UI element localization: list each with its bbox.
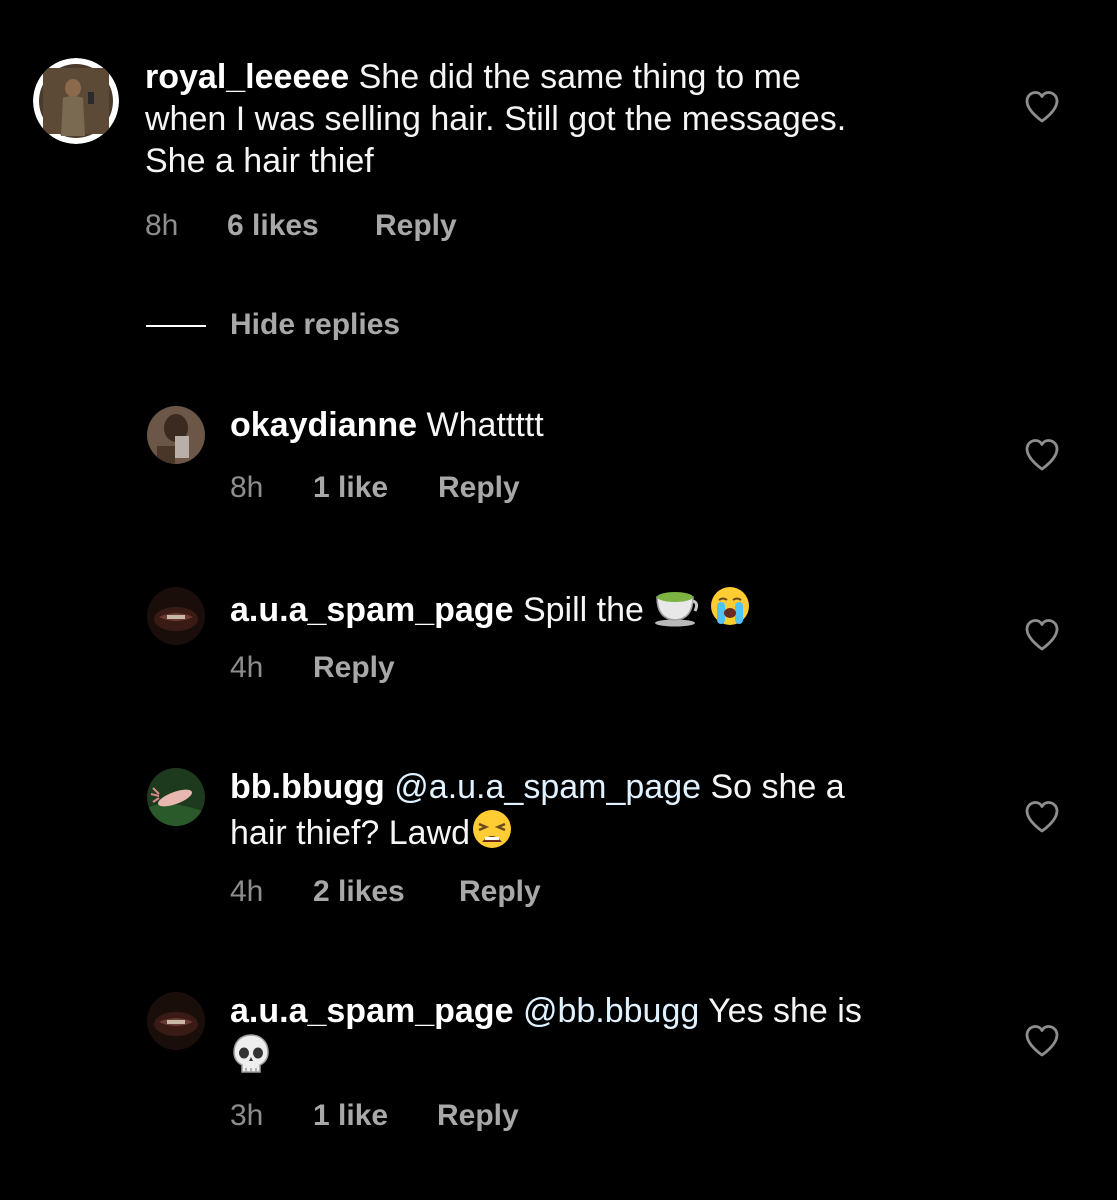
heart-outline-icon[interactable]: [1024, 438, 1060, 472]
skull-emoji: [233, 1034, 269, 1073]
hide-replies-label[interactable]: Hide replies: [230, 306, 400, 344]
comment-text: bb.bbugg @a.u.a_spam_page So she a hair …: [230, 766, 990, 854]
loudly-crying-face-emoji: [710, 587, 749, 625]
avatar[interactable]: [147, 406, 205, 464]
heart-outline-icon[interactable]: [1024, 800, 1060, 834]
comment-time: 8h: [145, 209, 179, 242]
comment-text-line: Spill the: [522, 591, 644, 629]
mention-link[interactable]: @bb.bbugg: [523, 992, 699, 1030]
comment-username[interactable]: royal_leeeee: [145, 58, 349, 96]
comment-text-line: She a hair thief: [145, 142, 374, 180]
divider-line: [146, 325, 206, 327]
comment-text: royal_leeeee She did the same thing to m…: [145, 56, 1005, 182]
comment-text-line: So she a: [710, 768, 845, 806]
weary-face-emoji: [473, 810, 512, 848]
reply-button[interactable]: Reply: [375, 208, 457, 244]
comment-text: a.u.a_spam_page Spill the: [230, 585, 990, 631]
reply-button[interactable]: Reply: [313, 650, 395, 686]
comment-text-line: Whattttt: [426, 406, 544, 444]
comment-username[interactable]: okaydianne: [230, 406, 417, 444]
comment-username[interactable]: bb.bbugg: [230, 768, 385, 806]
comment-meta: 8h 1 like Reply: [230, 470, 520, 506]
avatar[interactable]: [147, 587, 205, 645]
comment-meta: 3h 1 like Reply: [230, 1098, 519, 1134]
reply-button[interactable]: Reply: [437, 1098, 519, 1134]
reply-button[interactable]: Reply: [459, 874, 541, 910]
comment-username[interactable]: a.u.a_spam_page: [230, 591, 513, 629]
comment-time: 3h: [230, 1099, 264, 1132]
comment-time: 8h: [230, 471, 264, 504]
avatar[interactable]: [147, 992, 205, 1050]
heart-outline-icon[interactable]: [1024, 1024, 1060, 1058]
comment-meta: 4h 2 likes Reply: [230, 874, 541, 910]
comment-likes[interactable]: 2 likes: [313, 874, 459, 910]
heart-outline-icon[interactable]: [1024, 90, 1060, 124]
comment-text: a.u.a_spam_page @bb.bbugg Yes she is: [230, 990, 990, 1080]
avatar[interactable]: [147, 768, 205, 826]
comment-meta: 8h 6 likes Reply: [145, 208, 457, 244]
comment-text: okaydianne Whattttt: [230, 404, 990, 446]
comment-likes[interactable]: 1 like: [313, 1098, 437, 1134]
comment-username[interactable]: a.u.a_spam_page: [230, 992, 513, 1030]
comment-text-line: She did the same thing to me: [358, 58, 801, 96]
comment-text-line: when I was selling hair. Still got the m…: [145, 100, 847, 138]
comment-time: 4h: [230, 875, 264, 908]
comment-likes[interactable]: 1 like: [313, 470, 438, 506]
mention-link[interactable]: @a.u.a_spam_page: [394, 768, 701, 806]
comment-text-line: Yes she is: [708, 992, 862, 1030]
comment-likes[interactable]: 6 likes: [227, 208, 375, 244]
comment-time: 4h: [230, 651, 264, 684]
heart-outline-icon[interactable]: [1024, 618, 1060, 652]
teacup-emoji: [655, 592, 699, 627]
comment-text-line: hair thief? Lawd: [230, 814, 471, 852]
comment-meta: 4h Reply: [230, 650, 395, 686]
avatar[interactable]: [33, 58, 119, 144]
reply-button[interactable]: Reply: [438, 470, 520, 506]
